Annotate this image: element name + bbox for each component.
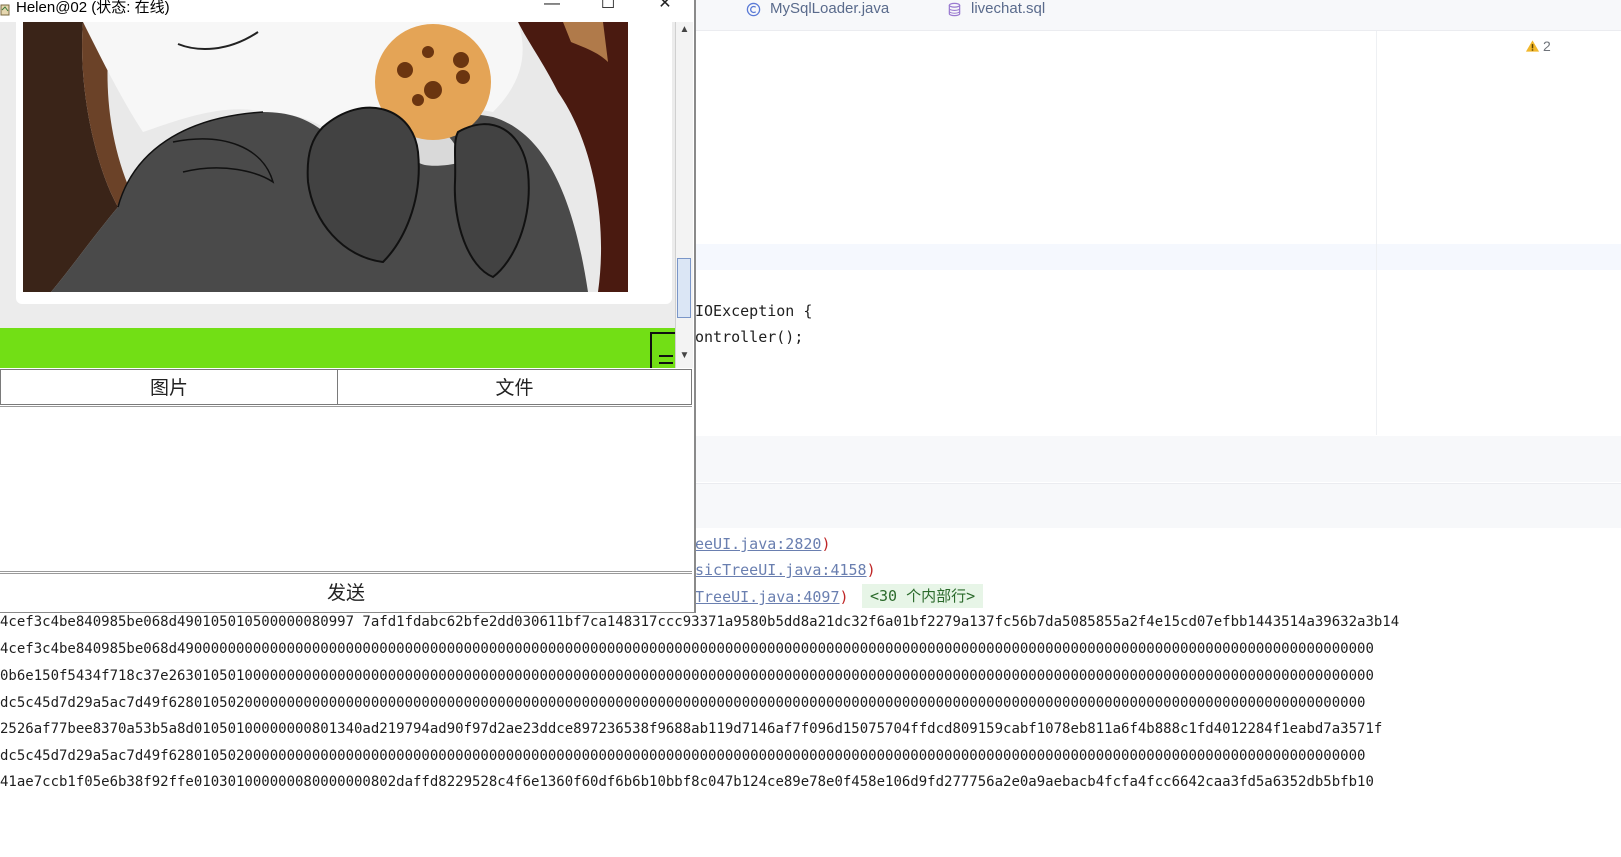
console-output-line: 2526af77bee8370a53b5a8d01050100000000801… (0, 721, 1383, 737)
minimize-button[interactable]: — (532, 0, 572, 18)
stack-trace-link[interactable]: eeUI.java:2820 (695, 535, 821, 553)
file-button[interactable]: 文件 (337, 369, 692, 405)
console-output-line: 0b6e150f5434f718c37e26301050100000000000… (0, 668, 1374, 684)
status-bar (0, 328, 675, 368)
database-icon (948, 2, 961, 16)
app-icon (0, 4, 10, 16)
close-button[interactable]: ✕ (645, 0, 685, 18)
current-line-highlight (695, 244, 1621, 270)
code-line: ontroller(); (695, 328, 804, 346)
send-button[interactable]: 发送 (0, 573, 692, 612)
console-output-line: 4cef3c4be840985be068d4901050105000000809… (0, 614, 1400, 630)
tab-livechat-sql[interactable]: livechat.sql (947, 0, 1045, 18)
tab-label: livechat.sql (971, 0, 1046, 17)
java-class-icon (746, 2, 761, 16)
panda-cookie-image[interactable] (23, 22, 628, 292)
stack-trace-line[interactable]: eeUI.java:2820) (695, 535, 830, 553)
console-output-line: 4cef3c4be840985be068d4900000000000000000… (0, 641, 1374, 657)
image-button[interactable]: 图片 (0, 369, 338, 405)
warning-icon (1525, 40, 1540, 52)
code-line: IOException { (695, 302, 813, 320)
warning-indicator[interactable]: 2 (1525, 38, 1551, 54)
window-title: Helen@02 (状态: 在线) (16, 0, 170, 16)
console-output-line: dc5c45d7d29a5ac7d49f62801050200000000000… (0, 748, 1366, 764)
message-input[interactable] (0, 406, 692, 572)
console-output-line: dc5c45d7d29a5ac7d49f62801050200000000000… (0, 695, 1366, 711)
stack-trace-link[interactable]: sicTreeUI.java:4158 (695, 561, 867, 579)
stack-trace-line[interactable]: sicTreeUI.java:4158) (695, 561, 876, 579)
chat-window: Helen@02 (状态: 在线) — ☐ ✕ ▲ ▼ 图片 文件 发送 (0, 0, 696, 613)
tab-label: MySqlLoader.java (770, 0, 890, 17)
warning-count: 2 (1543, 38, 1551, 54)
console-output-line: 41ae7ccb1f05e6b38f92ffe01030100000008000… (0, 774, 1374, 790)
editor-tab-bar: MySqlLoader.java livechat.sql (695, 0, 1621, 31)
editor-right-margin (1376, 31, 1377, 435)
console-toolbar (695, 483, 1621, 528)
splitter-handle-icon[interactable] (650, 332, 675, 368)
stack-trace-line[interactable]: TreeUI.java:4097) (695, 588, 849, 606)
tab-mysqlloader[interactable]: MySqlLoader.java (746, 0, 889, 18)
maximize-button[interactable]: ☐ (588, 0, 628, 18)
code-editor[interactable] (695, 31, 1621, 435)
editor-divider-band (695, 436, 1621, 482)
history-scrollbar[interactable]: ▲ ▼ (675, 22, 693, 368)
stack-trace-link[interactable]: TreeUI.java:4097 (695, 588, 840, 606)
window-titlebar[interactable]: Helen@02 (状态: 在线) — ☐ ✕ (0, 0, 694, 22)
scroll-down-arrow-icon[interactable]: ▼ (678, 350, 691, 362)
scroll-up-arrow-icon[interactable]: ▲ (678, 24, 691, 36)
internal-lines-fold[interactable]: <30 个内部行> (862, 584, 984, 608)
scrollbar-thumb[interactable] (677, 258, 691, 318)
